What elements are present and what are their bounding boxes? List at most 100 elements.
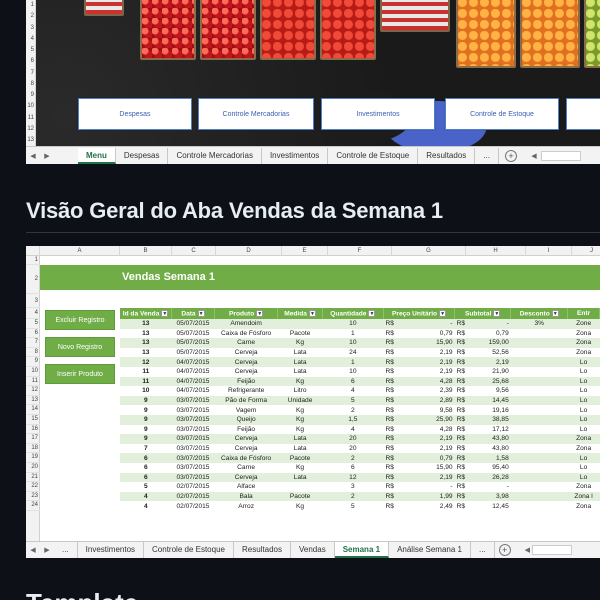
- tab-controle-de-estoque[interactable]: Controle de Estoque: [328, 147, 419, 164]
- table-row[interactable]: 4 02/07/2015 Arroz Kg 5 R$ 2,49 R$ 12,45 Zona: [120, 501, 600, 511]
- table-cell[interactable]: 15,90: [401, 338, 455, 348]
- table-cell[interactable]: Kg: [277, 414, 323, 425]
- table-cell[interactable]: R$: [383, 395, 402, 406]
- table-cell[interactable]: Carne: [214, 338, 278, 348]
- row-number[interactable]: 23: [26, 492, 40, 502]
- table-cell[interactable]: R$: [383, 501, 402, 511]
- scroll-right-icon[interactable]: ▶: [40, 152, 54, 160]
- table-cell[interactable]: Cerveja: [214, 366, 278, 377]
- row-number[interactable]: 10: [26, 101, 35, 112]
- delete-record-button[interactable]: Excluir Registro: [45, 310, 115, 330]
- table-cell[interactable]: 2,19: [401, 366, 455, 377]
- row-number[interactable]: 16: [26, 425, 40, 435]
- table-cell[interactable]: R$: [454, 462, 472, 473]
- table-cell[interactable]: 2: [322, 491, 384, 502]
- row-number[interactable]: 9: [26, 90, 35, 101]
- table-cell[interactable]: Lo: [567, 376, 600, 387]
- add-sheet-icon[interactable]: +: [498, 544, 511, 556]
- table-cell[interactable]: 0,79: [471, 328, 511, 339]
- table-cell[interactable]: Queijo: [214, 414, 278, 425]
- table-cell[interactable]: Lo: [567, 453, 600, 463]
- table-cell[interactable]: 25,90: [401, 414, 455, 425]
- table-cell[interactable]: 5: [120, 482, 172, 492]
- table-cell[interactable]: -: [471, 482, 511, 492]
- row-number[interactable]: 11: [26, 113, 35, 124]
- tab-investimentos[interactable]: Investimentos: [78, 542, 145, 558]
- table-cell[interactable]: R$: [383, 414, 402, 425]
- table-cell[interactable]: Bala: [214, 491, 278, 502]
- row-number[interactable]: 2: [26, 265, 40, 294]
- table-cell[interactable]: R$: [454, 319, 472, 329]
- table-cell[interactable]: 0,79: [401, 328, 455, 339]
- table-cell[interactable]: 02/07/2015: [171, 482, 215, 492]
- table-cell[interactable]: 2,19: [401, 347, 455, 358]
- table-cell[interactable]: [510, 462, 568, 473]
- column-letter[interactable]: A: [40, 246, 120, 256]
- table-cell[interactable]: R$: [383, 424, 402, 435]
- table-cell[interactable]: 03/07/2015: [171, 405, 215, 415]
- table-cell[interactable]: Amendoim: [214, 319, 278, 329]
- table-cell[interactable]: Carne: [214, 462, 278, 473]
- table-cell[interactable]: 20: [322, 443, 384, 454]
- table-cell[interactable]: Lata: [277, 357, 323, 367]
- table-row[interactable]: 11 04/07/2015 Feijão Kg 6 R$ 4,28 R$ 25,68 Lo: [120, 376, 600, 387]
- table-row[interactable]: 12 04/07/2015 Cerveja Lata 1 R$ 2,19 R$ 2,19 Lo: [120, 357, 600, 367]
- table-cell[interactable]: Zona: [567, 434, 600, 444]
- table-cell[interactable]: Kg: [277, 501, 323, 511]
- table-cell[interactable]: R$: [454, 338, 472, 348]
- table-cell[interactable]: 3%: [510, 319, 568, 329]
- table-cell[interactable]: [510, 386, 568, 396]
- table-cell[interactable]: Cerveja: [214, 347, 278, 358]
- table-cell[interactable]: [510, 443, 568, 454]
- table-cell[interactable]: Lo: [567, 472, 600, 483]
- table-cell[interactable]: [510, 338, 568, 348]
- table-cell[interactable]: [510, 453, 568, 463]
- table-cell[interactable]: 2,19: [401, 434, 455, 444]
- table-cell[interactable]: Lata: [277, 443, 323, 454]
- table-cell[interactable]: Lata: [277, 434, 323, 444]
- table-cell[interactable]: 6: [120, 453, 172, 463]
- table-cell[interactable]: 9,58: [401, 405, 455, 415]
- row-number[interactable]: 1: [26, 256, 40, 265]
- table-cell[interactable]: 02/07/2015: [171, 491, 215, 502]
- table-cell[interactable]: 13: [120, 338, 172, 348]
- row-number[interactable]: 10: [26, 367, 40, 377]
- table-cell[interactable]: R$: [454, 472, 472, 483]
- table-cell[interactable]: R$: [454, 376, 472, 387]
- header-id[interactable]: Id da Venda ▼: [120, 308, 173, 319]
- table-cell[interactable]: Kg: [277, 462, 323, 473]
- tab-despesas[interactable]: Despesas: [116, 147, 169, 164]
- table-cell[interactable]: Lo: [567, 424, 600, 435]
- table-cell[interactable]: R$: [454, 491, 472, 502]
- table-cell[interactable]: Cerveja: [214, 357, 278, 367]
- table-cell[interactable]: R$: [383, 328, 402, 339]
- table-cell[interactable]: Lo: [567, 395, 600, 406]
- table-cell[interactable]: 17,12: [471, 424, 511, 435]
- row-number[interactable]: 19: [26, 453, 40, 463]
- row-number[interactable]: 12: [26, 386, 40, 396]
- table-cell[interactable]: [510, 366, 568, 377]
- table-cell[interactable]: Unidade: [277, 395, 323, 406]
- filter-dropdown-icon[interactable]: ▼: [308, 309, 316, 317]
- table-cell[interactable]: 03/07/2015: [171, 395, 215, 406]
- table-cell[interactable]: R$: [454, 386, 472, 396]
- table-cell[interactable]: 25,68: [471, 376, 511, 387]
- table-cell[interactable]: 3,98: [471, 491, 511, 502]
- table-cell[interactable]: R$: [383, 434, 402, 444]
- scroll-left-icon[interactable]: ◀: [26, 152, 40, 160]
- table-cell[interactable]: 03/07/2015: [171, 462, 215, 473]
- table-cell[interactable]: 4,28: [401, 376, 455, 387]
- table-cell[interactable]: 6: [120, 472, 172, 483]
- row-number[interactable]: 17: [26, 434, 40, 444]
- table-cell[interactable]: Cerveja: [214, 472, 278, 483]
- column-letter[interactable]: I: [526, 246, 572, 256]
- row-number[interactable]: 4: [26, 34, 35, 45]
- table-cell[interactable]: Feijão: [214, 376, 278, 387]
- table-cell[interactable]: 04/07/2015: [171, 386, 215, 396]
- table-cell[interactable]: 04/07/2015: [171, 376, 215, 387]
- table-cell[interactable]: 05/07/2015: [171, 338, 215, 348]
- table-cell[interactable]: 4: [120, 501, 172, 511]
- table-cell[interactable]: 05/07/2015: [171, 347, 215, 358]
- header-medida[interactable]: Medida ▼: [277, 308, 323, 319]
- row-number[interactable]: 7: [26, 338, 40, 348]
